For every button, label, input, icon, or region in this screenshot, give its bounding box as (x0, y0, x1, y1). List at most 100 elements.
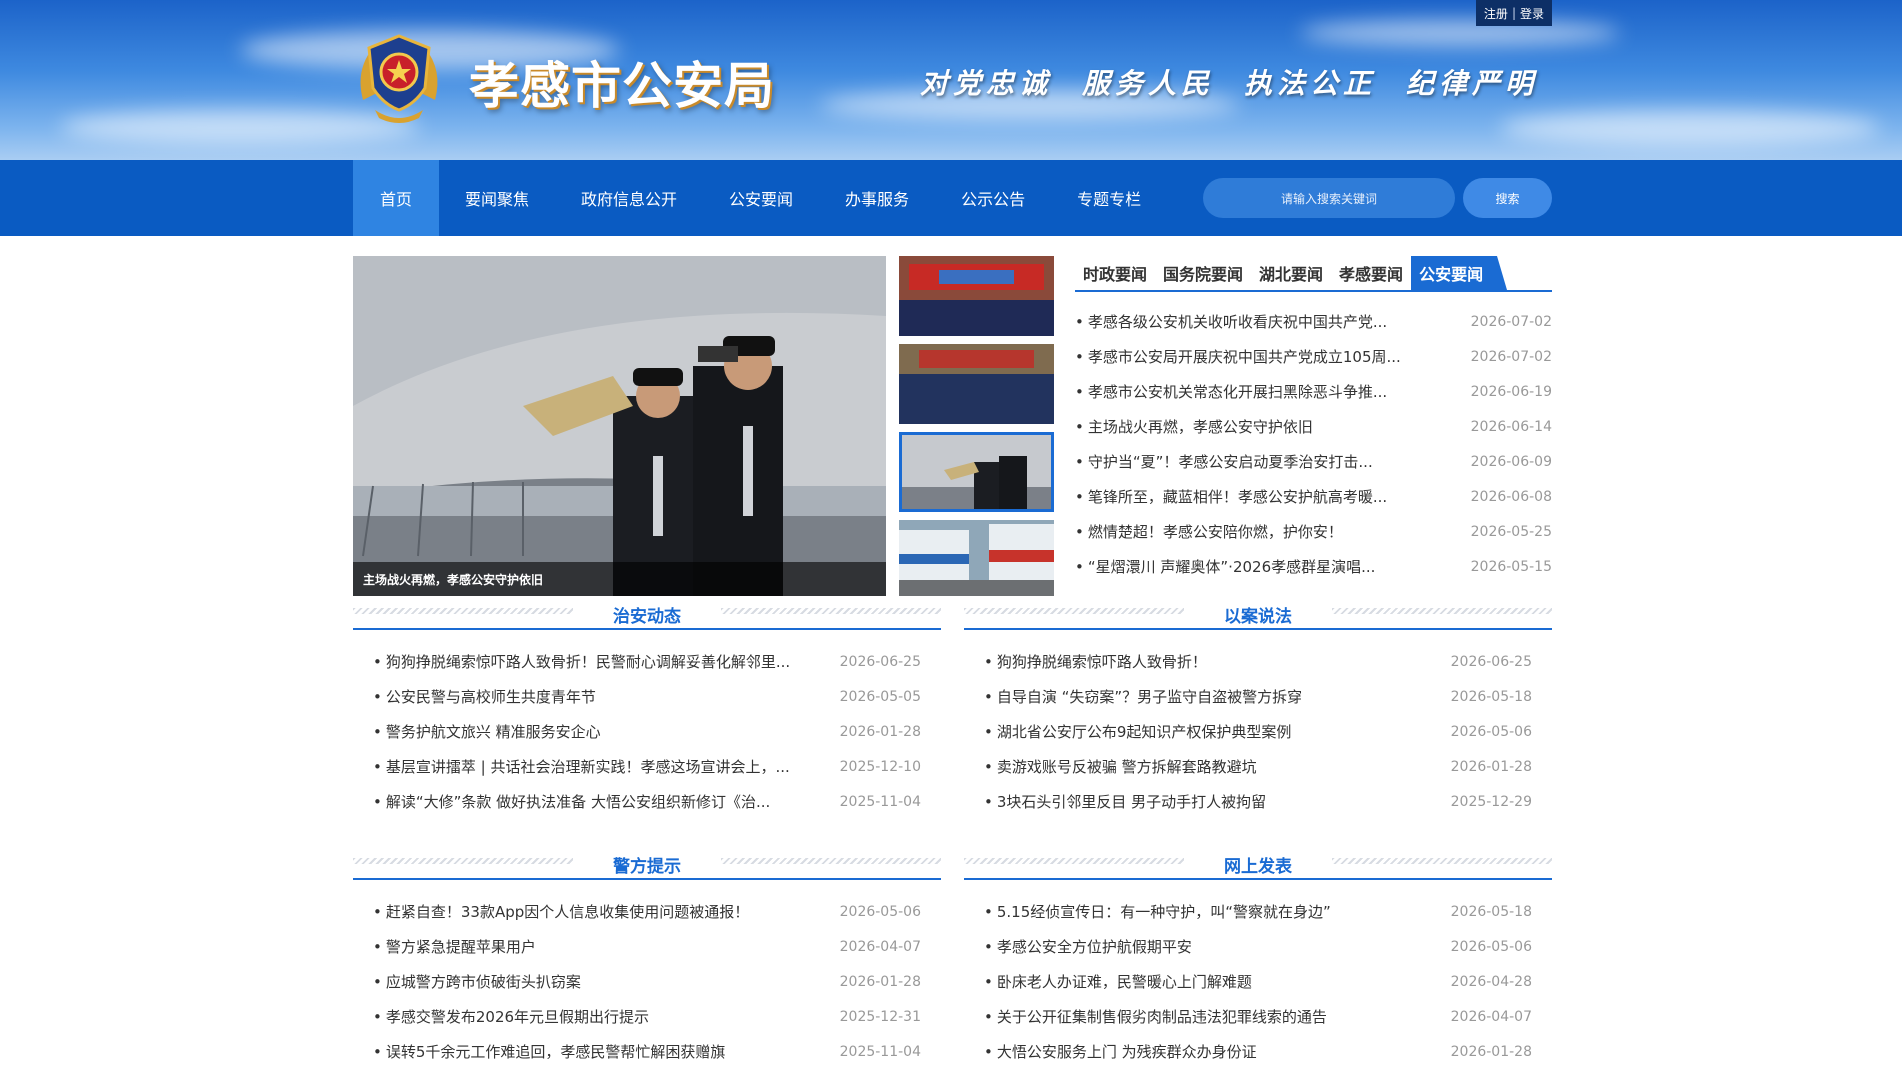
section-public-security: 治安动态 狗狗挣脱绳索惊吓路人致骨折！民警耐心调解妥善化解邻里... 2026-0… (353, 600, 941, 819)
news-title[interactable]: 关于公开征集制售假劣肉制品违法犯罪线索的通告 (984, 1006, 1327, 1027)
news-date: 2026-05-06 (1450, 723, 1532, 740)
thumbnail[interactable] (899, 520, 1054, 596)
list-item[interactable]: 卖游戏账号反被骗 警方拆解套路教避坑 2026-01-28 (984, 749, 1532, 784)
list-item[interactable]: 应城警方跨市侦破街头扒窃案 2026-01-28 (373, 964, 921, 999)
list-item[interactable]: 笔锋所至，藏蓝相伴！孝感公安护航高考暖... 2026-06-08 (1075, 479, 1552, 514)
section-header: 治安动态 (353, 600, 941, 628)
site-title[interactable]: 孝感市公安局 (469, 46, 775, 118)
list-item[interactable]: 警务护航文旅兴 精准服务安企心 2026-01-28 (373, 714, 921, 749)
thumbnail-active[interactable] (899, 432, 1054, 512)
thumbnail-image (899, 432, 1054, 512)
news-title[interactable]: 解读“大修”条款 做好执法准备 大悟公安组织新修订《治... (373, 791, 770, 812)
nav-item-topics[interactable]: 专题专栏 (1051, 160, 1167, 236)
news-title[interactable]: 大悟公安服务上门 为残疾群众办身份证 (984, 1041, 1257, 1062)
photo-slider[interactable]: 主场战火再燃，孝感公安守护依旧 (353, 256, 886, 596)
section-title[interactable]: 警方提示 (603, 851, 691, 877)
list-item[interactable]: 孝感市公安机关常态化开展扫黑除恶斗争推... 2026-06-19 (1075, 374, 1552, 409)
news-title[interactable]: 应城警方跨市侦破街头扒窃案 (373, 971, 581, 992)
list-item[interactable]: 狗狗挣脱绳索惊吓路人致骨折！ 2026-06-25 (984, 644, 1532, 679)
nav-item-news-focus[interactable]: 要闻聚焦 (439, 160, 555, 236)
tab-xiaogan[interactable]: 孝感要闻 (1331, 256, 1411, 290)
thumbnail-image (899, 256, 1054, 336)
list-item[interactable]: “星熠澴川 声耀奥体”·2026孝感群星演唱... 2026-05-15 (1075, 549, 1552, 584)
list-item[interactable]: 主场战火再燃，孝感公安守护依旧 2026-06-14 (1075, 409, 1552, 444)
section-title[interactable]: 治安动态 (603, 601, 691, 627)
news-title[interactable]: 笔锋所至，藏蓝相伴！孝感公安护航高考暖... (1075, 486, 1387, 507)
slogan-text: 服务人民 (1081, 67, 1214, 100)
section-title[interactable]: 网上发表 (1214, 851, 1302, 877)
section-police-tips: 警方提示 赶紧自查！33款App因个人信息收集使用问题被通报！ 2026-05-0… (353, 850, 941, 1069)
list-item[interactable]: 孝感交警发布2026年元旦假期出行提示 2025-12-31 (373, 999, 921, 1034)
section-case-law: 以案说法 狗狗挣脱绳索惊吓路人致骨折！ 2026-06-25 自导自演 “失窃案”… (964, 600, 1552, 819)
nav-item-gov-info[interactable]: 政府信息公开 (555, 160, 703, 236)
news-title[interactable]: 孝感市公安局开展庆祝中国共产党成立105周... (1075, 346, 1401, 367)
news-title[interactable]: 警方紧急提醒苹果用户 (373, 936, 536, 957)
news-title[interactable]: 守护当“夏”！孝感公安启动夏季治安打击... (1075, 451, 1373, 472)
list-item[interactable]: 孝感市公安局开展庆祝中国共产党成立105周... 2026-07-02 (1075, 339, 1552, 374)
news-date: 2025-11-04 (839, 793, 921, 810)
nav-item-home[interactable]: 首页 (353, 160, 439, 236)
news-title[interactable]: 主场战火再燃，孝感公安守护依旧 (1075, 416, 1313, 437)
thumbnail[interactable] (899, 256, 1054, 336)
list-item[interactable]: 警方紧急提醒苹果用户 2026-04-07 (373, 929, 921, 964)
list-item[interactable]: 大悟公安服务上门 为残疾群众办身份证 2026-01-28 (984, 1034, 1532, 1069)
slogan-text: 执法公正 (1243, 67, 1376, 100)
list-item[interactable]: 赶紧自查！33款App因个人信息收集使用问题被通报！ 2026-05-06 (373, 894, 921, 929)
section-title[interactable]: 以案说法 (1214, 601, 1302, 627)
news-title[interactable]: 湖北省公安厅公布9起知识产权保护典型案例 (984, 721, 1292, 742)
list-item[interactable]: 燃情楚超！孝感公安陪你燃，护你安！ 2026-05-25 (1075, 514, 1552, 549)
list-item[interactable]: 公安民警与高校师生共度青年节 2026-05-05 (373, 679, 921, 714)
tab-current-affairs[interactable]: 时政要闻 (1075, 256, 1155, 290)
news-title[interactable]: 狗狗挣脱绳索惊吓路人致骨折！ (984, 651, 1207, 672)
slogan: 对党忠诚 服务人民 执法公正 纪律严明 (920, 62, 1538, 102)
news-title[interactable]: 自导自演 “失窃案”？男子监守自盗被警方拆穿 (984, 686, 1302, 707)
login-link[interactable]: 登录 (1520, 5, 1544, 22)
list-item[interactable]: 基层宣讲擂萃 | 共话社会治理新实践！孝感这场宣讲会上，... 2025-12-1… (373, 749, 921, 784)
news-title[interactable]: 卖游戏账号反被骗 警方拆解套路教避坑 (984, 756, 1257, 777)
news-title[interactable]: 孝感公安全方位护航假期平安 (984, 936, 1192, 957)
police-emblem-icon[interactable] (353, 30, 445, 126)
tab-hubei[interactable]: 湖北要闻 (1251, 256, 1331, 290)
nav-item-police-news[interactable]: 公安要闻 (703, 160, 819, 236)
news-title[interactable]: 卧床老人办证难，民警暖心上门解难题 (984, 971, 1252, 992)
news-title[interactable]: 孝感市公安机关常态化开展扫黑除恶斗争推... (1075, 381, 1387, 402)
news-title[interactable]: 赶紧自查！33款App因个人信息收集使用问题被通报！ (373, 901, 749, 922)
news-date: 2026-05-06 (839, 903, 921, 920)
news-title[interactable]: 误转5千余元工作难追回，孝感民警帮忙解困获赠旗 (373, 1041, 726, 1062)
news-title[interactable]: 公安民警与高校师生共度青年节 (373, 686, 596, 707)
news-title[interactable]: 警务护航文旅兴 精准服务安企心 (373, 721, 601, 742)
list-item[interactable]: 湖北省公安厅公布9起知识产权保护典型案例 2026-05-06 (984, 714, 1532, 749)
news-title[interactable]: 狗狗挣脱绳索惊吓路人致骨折！民警耐心调解妥善化解邻里... (373, 651, 790, 672)
list-item[interactable]: 守护当“夏”！孝感公安启动夏季治安打击... 2026-06-09 (1075, 444, 1552, 479)
list-item[interactable]: 卧床老人办证难，民警暖心上门解难题 2026-04-28 (984, 964, 1532, 999)
slider-caption[interactable]: 主场战火再燃，孝感公安守护依旧 (353, 562, 886, 596)
list-item[interactable]: 狗狗挣脱绳索惊吓路人致骨折！民警耐心调解妥善化解邻里... 2026-06-25 (373, 644, 921, 679)
news-title[interactable]: “星熠澴川 声耀奥体”·2026孝感群星演唱... (1075, 556, 1376, 577)
search-button[interactable]: 搜索 (1463, 178, 1552, 218)
list-item[interactable]: 解读“大修”条款 做好执法准备 大悟公安组织新修订《治... 2025-11-04 (373, 784, 921, 819)
tab-police-news[interactable]: 公安要闻 (1411, 256, 1508, 290)
news-title[interactable]: 5.15经侦宣传日：有一种守护，叫“警察就在身边” (984, 901, 1331, 922)
list-item[interactable]: 自导自演 “失窃案”？男子监守自盗被警方拆穿 2026-05-18 (984, 679, 1532, 714)
list-item[interactable]: 误转5千余元工作难追回，孝感民警帮忙解困获赠旗 2025-11-04 (373, 1034, 921, 1069)
news-date: 2026-05-25 (1470, 523, 1552, 540)
news-title[interactable]: 3块石头引邻里反目 男子动手打人被拘留 (984, 791, 1266, 812)
list-item[interactable]: 孝感各级公安机关收听收看庆祝中国共产党... 2026-07-02 (1075, 304, 1552, 339)
news-title[interactable]: 基层宣讲擂萃 | 共话社会治理新实践！孝感这场宣讲会上，... (373, 756, 790, 777)
tab-state-council[interactable]: 国务院要闻 (1155, 256, 1251, 290)
list-item[interactable]: 5.15经侦宣传日：有一种守护，叫“警察就在身边” 2026-05-18 (984, 894, 1532, 929)
list-item[interactable]: 关于公开征集制售假劣肉制品违法犯罪线索的通告 2026-04-07 (984, 999, 1532, 1034)
news-title[interactable]: 孝感各级公安机关收听收看庆祝中国共产党... (1075, 311, 1387, 332)
thumbnail[interactable] (899, 344, 1054, 424)
news-title[interactable]: 孝感交警发布2026年元旦假期出行提示 (373, 1006, 649, 1027)
slider-thumbnails (899, 256, 1054, 596)
search-input[interactable]: 请输入搜索关键词 (1203, 178, 1455, 218)
list-item[interactable]: 孝感公安全方位护航假期平安 2026-05-06 (984, 929, 1532, 964)
nav-item-services[interactable]: 办事服务 (819, 160, 935, 236)
list-item[interactable]: 3块石头引邻里反目 男子动手打人被拘留 2025-12-29 (984, 784, 1532, 819)
news-title[interactable]: 燃情楚超！孝感公安陪你燃，护你安！ (1075, 521, 1343, 542)
nav-item-notices[interactable]: 公示公告 (935, 160, 1051, 236)
thumbnail-image (899, 344, 1054, 424)
register-link[interactable]: 注册 (1484, 5, 1508, 22)
news-date: 2026-06-08 (1470, 488, 1552, 505)
